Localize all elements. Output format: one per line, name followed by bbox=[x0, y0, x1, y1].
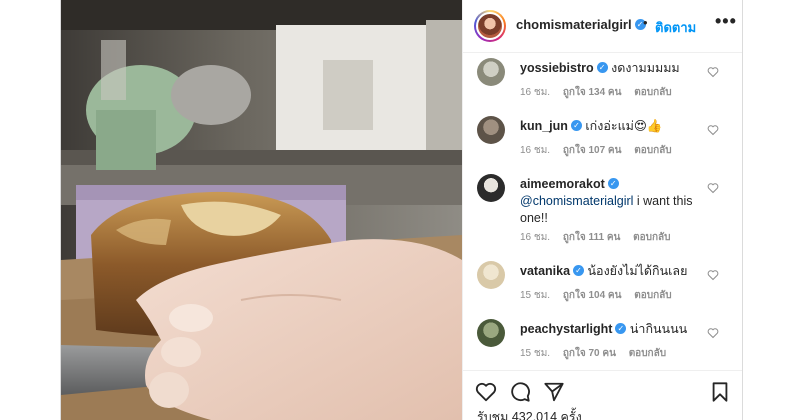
comment-list: yossiebistro ✓ งดงามมมมม 16 ชม. ถูกใจ 134… bbox=[463, 53, 742, 370]
comment-meta: 16 ชม. ถูกใจ 134 คน ตอบกลับ bbox=[520, 85, 682, 100]
view-count: รับชม 432,014 ครั้ง bbox=[477, 410, 582, 420]
comment-meta: 15 ชม. ถูกใจ 104 คน ตอบกลับ bbox=[520, 288, 682, 303]
reply-button[interactable]: ตอบกลับ bbox=[629, 348, 666, 359]
like-comment-heart-icon[interactable] bbox=[707, 182, 719, 194]
comment-body: peachystarlight ✓ น่ากินนนน bbox=[520, 321, 700, 338]
comment-username[interactable]: aimeemorakot bbox=[520, 177, 605, 191]
comment-text: งดงามมมมม bbox=[611, 61, 680, 75]
comment-bubble-icon[interactable] bbox=[509, 381, 531, 403]
comment-time[interactable]: 16 ชม. bbox=[520, 232, 550, 243]
comment-text: น่ากินนนน bbox=[629, 322, 688, 336]
like-comment-heart-icon[interactable] bbox=[707, 269, 719, 281]
comment-text: เก่งอ่ะแม่😍👍 bbox=[585, 119, 663, 133]
reply-button[interactable]: ตอบกลับ bbox=[634, 87, 671, 98]
commenter-avatar[interactable] bbox=[477, 261, 505, 289]
comment-likes[interactable]: ถูกใจ 134 คน bbox=[563, 87, 622, 98]
comment-time[interactable]: 15 ชม. bbox=[520, 290, 550, 301]
instagram-post: chomismaterialgirl ✓ • ติดตาม ••• yossieb… bbox=[60, 0, 743, 420]
more-options-icon[interactable]: ••• bbox=[715, 11, 737, 32]
comment-meta: 16 ชม. ถูกใจ 111 คน ตอบกลับ bbox=[520, 230, 681, 245]
follow-button[interactable]: ติดตาม bbox=[655, 17, 696, 38]
like-comment-heart-icon[interactable] bbox=[707, 124, 719, 136]
comment-likes[interactable]: ถูกใจ 107 คน bbox=[563, 145, 622, 156]
commenter-avatar[interactable] bbox=[477, 174, 505, 202]
commenter-avatar[interactable] bbox=[477, 319, 505, 347]
comment-meta: 16 ชม. ถูกใจ 107 คน ตอบกลับ bbox=[520, 143, 682, 158]
reply-button[interactable]: ตอบกลับ bbox=[634, 290, 671, 301]
comment-username[interactable]: vatanika bbox=[520, 264, 570, 278]
comment-username[interactable]: peachystarlight bbox=[520, 322, 612, 336]
commenter-avatar[interactable] bbox=[477, 58, 505, 86]
reply-button[interactable]: ตอบกลับ bbox=[634, 145, 671, 156]
verified-icon: ✓ bbox=[607, 178, 619, 190]
commenter-avatar[interactable] bbox=[477, 116, 505, 144]
comment-username[interactable]: kun_jun bbox=[520, 119, 568, 133]
owner-username[interactable]: chomismaterialgirl bbox=[516, 17, 632, 32]
comment-likes[interactable]: ถูกใจ 111 คน bbox=[563, 232, 621, 243]
post-header: chomismaterialgirl ✓ • ติดตาม ••• bbox=[463, 0, 742, 53]
verified-icon: ✓ bbox=[615, 323, 627, 335]
owner-avatar[interactable] bbox=[474, 10, 506, 42]
video-frame-image bbox=[61, 0, 462, 420]
like-heart-icon[interactable] bbox=[475, 381, 497, 403]
header-separator: • bbox=[643, 15, 648, 30]
like-comment-heart-icon[interactable] bbox=[707, 327, 719, 339]
comment-body: aimeemorakot ✓ @chomismaterialgirl i want… bbox=[520, 176, 700, 227]
reply-button[interactable]: ตอบกลับ bbox=[633, 232, 670, 243]
save-bookmark-icon[interactable] bbox=[709, 381, 731, 403]
post-side-panel: chomismaterialgirl ✓ • ติดตาม ••• yossieb… bbox=[462, 0, 742, 420]
comment-mention-link[interactable]: @chomismaterialgirl bbox=[520, 194, 633, 208]
comment-meta: 15 ชม. ถูกใจ 70 คน ตอบกลับ bbox=[520, 346, 676, 361]
post-video[interactable] bbox=[61, 0, 462, 420]
like-comment-heart-icon[interactable] bbox=[707, 66, 719, 78]
comment-text: น้องยังไม่ได้กินเลย bbox=[587, 264, 688, 278]
comment-time[interactable]: 16 ชม. bbox=[520, 87, 550, 98]
comment-body: kun_jun ✓ เก่งอ่ะแม่😍👍 bbox=[520, 118, 700, 135]
comment-time[interactable]: 16 ชม. bbox=[520, 145, 550, 156]
verified-icon: ✓ bbox=[596, 62, 608, 74]
comment-username[interactable]: yossiebistro bbox=[520, 61, 594, 75]
comment-likes[interactable]: ถูกใจ 70 คน bbox=[563, 348, 616, 359]
comment-body: vatanika ✓ น้องยังไม่ได้กินเลย bbox=[520, 263, 700, 280]
owner-username-line[interactable]: chomismaterialgirl ✓ bbox=[516, 17, 646, 32]
comment-time[interactable]: 15 ชม. bbox=[520, 348, 550, 359]
comment-body: yossiebistro ✓ งดงามมมมม bbox=[520, 60, 700, 77]
comment-likes[interactable]: ถูกใจ 104 คน bbox=[563, 290, 622, 301]
verified-icon: ✓ bbox=[573, 265, 585, 277]
verified-icon: ✓ bbox=[570, 120, 582, 132]
share-paper-plane-icon[interactable] bbox=[543, 381, 565, 403]
